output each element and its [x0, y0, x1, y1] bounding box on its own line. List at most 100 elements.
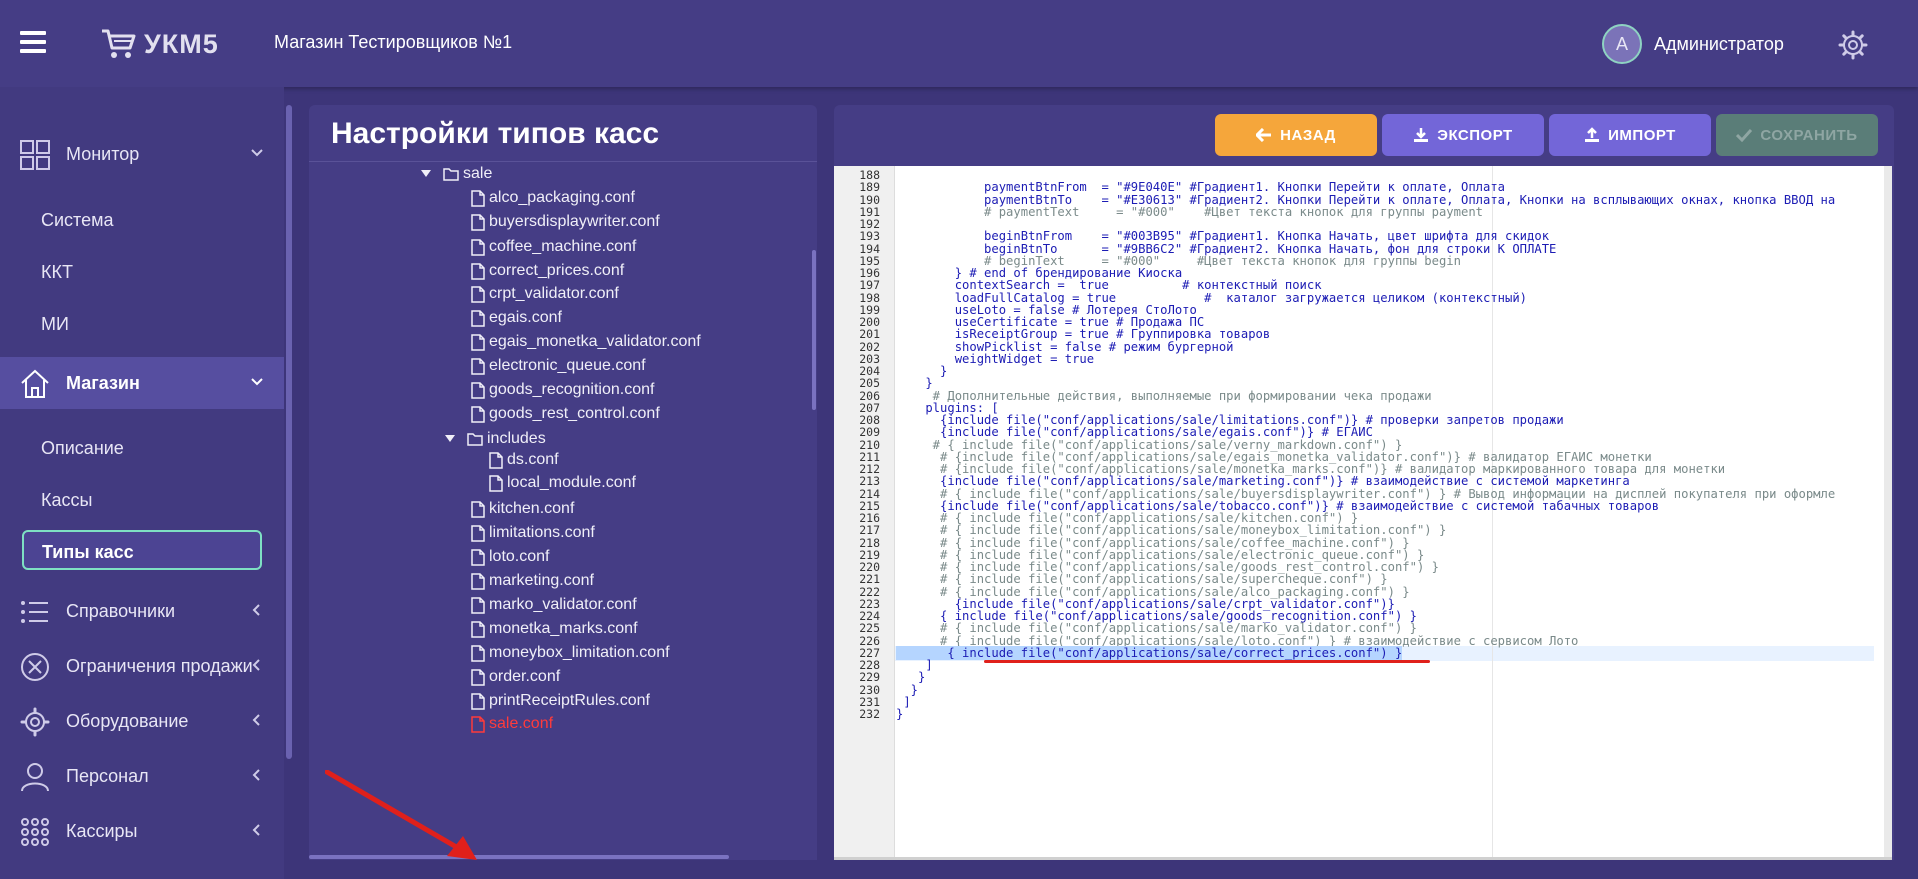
- tree-file[interactable]: order.conf: [471, 665, 560, 689]
- tree-file[interactable]: kitchen.conf: [471, 497, 574, 521]
- upload-icon: [1585, 127, 1600, 142]
- menu-icon[interactable]: [20, 31, 46, 53]
- sidebar-subitem-system[interactable]: Система: [41, 210, 114, 231]
- tree-item-label: marketing.conf: [489, 572, 594, 589]
- file-icon: [471, 644, 485, 662]
- annotation-underline: [984, 660, 1430, 663]
- sidebar-subitem-register-types[interactable]: Типы касс: [22, 530, 262, 570]
- file-tree-panel: Настройки типов касс sale alco_packaging.…: [309, 105, 817, 860]
- file-icon: [471, 285, 485, 303]
- tree-file[interactable]: buyersdisplaywriter.conf: [471, 210, 660, 234]
- sidebar-subitem-label: Типы касс: [42, 542, 134, 562]
- chevron-left-icon: [252, 714, 260, 726]
- tree-item-label: monetka_marks.conf: [489, 620, 638, 637]
- caret-down-icon[interactable]: [421, 170, 431, 178]
- file-icon: [471, 333, 485, 351]
- save-button[interactable]: СОХРАНИТЬ: [1716, 114, 1878, 156]
- folder-icon: [467, 433, 483, 446]
- tree-item-label: egais_monetka_validator.conf: [489, 333, 701, 350]
- tree-file[interactable]: goods_rest_control.conf: [471, 402, 660, 426]
- tree-file[interactable]: goods_recognition.conf: [471, 378, 654, 402]
- tree-file[interactable]: local_module.conf: [489, 471, 636, 495]
- caret-down-icon[interactable]: [445, 435, 455, 443]
- store-name: Магазин Тестировщиков №1: [274, 32, 513, 52]
- line-number-gutter: 188 189 190 191 192 193 194 195 196 197 198 199 200 2…: [834, 166, 895, 860]
- sidebar-item-label: Персонал: [66, 765, 149, 786]
- settings-gear-icon[interactable]: [1838, 30, 1868, 60]
- chevron-down-icon: [251, 378, 263, 386]
- tree-file[interactable]: printReceiptRules.conf: [471, 689, 650, 713]
- sidebar-scrollbar[interactable]: [286, 105, 292, 759]
- tree-scrollbar[interactable]: [812, 250, 816, 410]
- tree-file[interactable]: marketing.conf: [471, 569, 594, 593]
- tree-item-label: egais.conf: [489, 309, 562, 326]
- back-button[interactable]: НАЗАД: [1215, 114, 1377, 156]
- code-editor[interactable]: 188 189 190 191 192 193 194 195 196 197 198 199 200 2…: [834, 166, 1892, 860]
- code-line[interactable]: }: [896, 707, 903, 722]
- chevron-left-icon: [252, 659, 260, 671]
- grid-dots-icon: [21, 818, 49, 846]
- editor-scrollbar[interactable]: [1884, 166, 1892, 860]
- tree-item-label: buyersdisplaywriter.conf: [489, 213, 660, 230]
- code-line[interactable]: # paymentText = "#000" #Цвет текста кноп…: [896, 205, 1483, 220]
- tree-file[interactable]: ds.conf: [489, 448, 559, 472]
- tree-file[interactable]: crpt_validator.conf: [471, 282, 619, 306]
- file-icon: [471, 692, 485, 710]
- import-button-label: ИМПОРТ: [1608, 126, 1676, 144]
- tree-file[interactable]: electronic_queue.conf: [471, 354, 646, 378]
- file-icon: [471, 309, 485, 327]
- export-button[interactable]: ЭКСПОРТ: [1382, 114, 1544, 156]
- sidebar-item-label: Монитор: [66, 143, 140, 164]
- file-icon: [471, 357, 485, 375]
- file-icon: [471, 500, 485, 518]
- line-number: 232: [859, 707, 880, 721]
- tree-file[interactable]: alco_packaging.conf: [471, 186, 635, 210]
- tree-file[interactable]: correct_prices.conf: [471, 259, 624, 283]
- editor-horizontal-scrollbar[interactable]: [834, 857, 1892, 860]
- restriction-icon: [21, 653, 49, 681]
- sidebar-item-equipment[interactable]: Оборудование: [0, 695, 284, 747]
- tree-file[interactable]: loto.conf: [471, 545, 549, 569]
- sidebar-item-sale-restrictions[interactable]: Ограничения продажи: [0, 640, 284, 692]
- sidebar-item-cashiers[interactable]: Кассиры: [0, 805, 284, 857]
- tree-file[interactable]: monetka_marks.conf: [471, 617, 638, 641]
- tree-folder[interactable]: sale: [421, 162, 492, 186]
- code-line[interactable]: { include file("conf/applications/sale/c…: [896, 646, 1403, 661]
- file-icon: [471, 668, 485, 686]
- tree-file[interactable]: egais_monetka_validator.conf: [471, 330, 701, 354]
- tree-item-label: crpt_validator.conf: [489, 285, 619, 302]
- tree-item-label: includes: [487, 430, 546, 447]
- sidebar-item-personnel[interactable]: Персонал: [0, 750, 284, 802]
- tree-item-label: ds.conf: [507, 451, 559, 468]
- file-icon: [471, 213, 485, 231]
- tree-file[interactable]: coffee_machine.conf: [471, 235, 636, 259]
- tree-horizontal-scrollbar[interactable]: [309, 855, 729, 859]
- logo[interactable]: УКМ5: [100, 24, 219, 64]
- import-button[interactable]: ИМПОРТ: [1549, 114, 1711, 156]
- sidebar-subitem-description[interactable]: Описание: [41, 438, 124, 459]
- divider: [309, 161, 817, 162]
- avatar[interactable]: A: [1602, 24, 1642, 64]
- sidebar-subitem-mi[interactable]: МИ: [41, 314, 69, 335]
- sidebar-subitem-kkt[interactable]: ККТ: [41, 262, 73, 283]
- sidebar-subitem-registers[interactable]: Кассы: [41, 490, 92, 511]
- download-icon: [1414, 128, 1429, 142]
- tree-item-label: printReceiptRules.conf: [489, 692, 650, 709]
- user-name[interactable]: Администратор: [1654, 34, 1784, 55]
- tree-item-label: goods_rest_control.conf: [489, 405, 660, 422]
- tree-file[interactable]: limitations.conf: [471, 521, 595, 545]
- file-icon: [471, 381, 485, 399]
- tree-item-label: electronic_queue.conf: [489, 357, 646, 374]
- sidebar-item-store[interactable]: Магазин: [0, 357, 284, 409]
- tree-file[interactable]: sale.conf: [471, 712, 553, 736]
- chevron-left-icon: [252, 824, 260, 836]
- chevron-left-icon: [252, 604, 260, 616]
- tree-file[interactable]: moneybox_limitation.conf: [471, 641, 670, 665]
- gear-icon: [20, 707, 50, 737]
- file-icon: [471, 262, 485, 280]
- sidebar-item-monitor[interactable]: Монитор: [0, 128, 284, 180]
- tree-file[interactable]: egais.conf: [471, 306, 562, 330]
- tree-file[interactable]: marko_validator.conf: [471, 593, 637, 617]
- sidebar-item-directories[interactable]: Справочники: [0, 585, 284, 637]
- list-icon: [21, 601, 48, 623]
